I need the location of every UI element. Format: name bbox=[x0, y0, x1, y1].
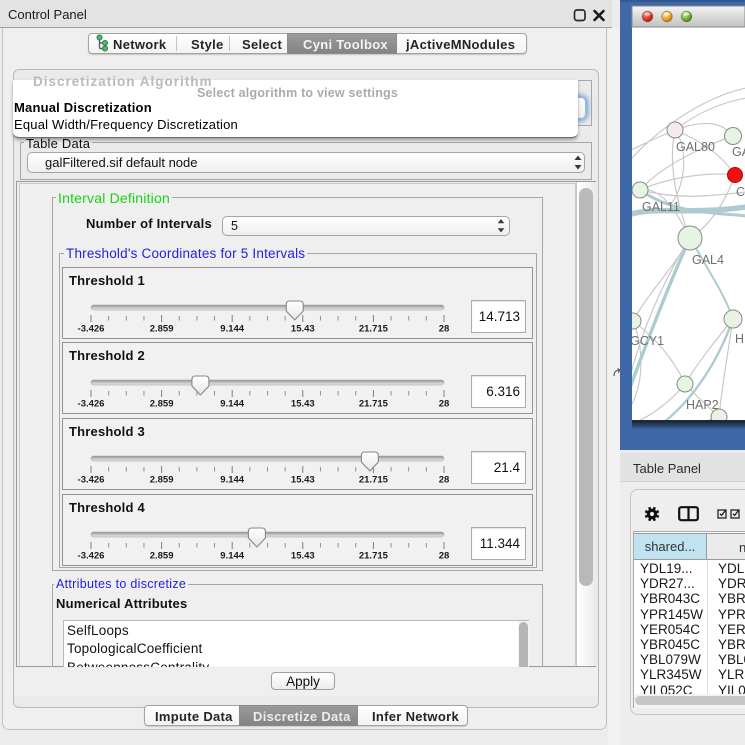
svg-text:-3.426: -3.426 bbox=[78, 551, 105, 562]
svg-text:21.715: 21.715 bbox=[359, 475, 389, 486]
svg-text:-3.426: -3.426 bbox=[78, 475, 105, 486]
svg-text:15.43: 15.43 bbox=[291, 551, 315, 562]
svg-text:HAP2: HAP2 bbox=[686, 398, 719, 412]
svg-text:9.144: 9.144 bbox=[220, 399, 244, 410]
svg-text:2.859: 2.859 bbox=[150, 551, 174, 562]
svg-text:2.859: 2.859 bbox=[150, 399, 174, 410]
svg-text:2.859: 2.859 bbox=[150, 475, 174, 486]
svg-text:21.715: 21.715 bbox=[359, 399, 389, 410]
svg-text:28: 28 bbox=[439, 475, 450, 486]
svg-text:-3.426: -3.426 bbox=[78, 324, 105, 335]
svg-text:9.144: 9.144 bbox=[220, 324, 244, 335]
svg-text:GA: GA bbox=[732, 145, 745, 159]
svg-text:15.43: 15.43 bbox=[291, 475, 315, 486]
svg-text:GAL4: GAL4 bbox=[692, 253, 724, 267]
svg-text:9.144: 9.144 bbox=[220, 551, 244, 562]
svg-text:15.43: 15.43 bbox=[291, 399, 315, 410]
svg-text:C: C bbox=[736, 185, 745, 199]
svg-text:GAL80: GAL80 bbox=[676, 140, 715, 154]
svg-text:28: 28 bbox=[439, 399, 450, 410]
svg-text:2.859: 2.859 bbox=[150, 324, 174, 335]
svg-text:28: 28 bbox=[439, 551, 450, 562]
svg-text:GAL11: GAL11 bbox=[642, 200, 680, 214]
svg-text:21.715: 21.715 bbox=[359, 551, 389, 562]
svg-text:15.43: 15.43 bbox=[291, 324, 315, 335]
svg-text:GCY1: GCY1 bbox=[630, 334, 664, 348]
svg-text:-3.426: -3.426 bbox=[78, 399, 105, 410]
svg-text:H: H bbox=[735, 332, 744, 346]
svg-text:21.715: 21.715 bbox=[359, 324, 389, 335]
svg-text:9.144: 9.144 bbox=[220, 475, 244, 486]
svg-text:28: 28 bbox=[439, 324, 450, 335]
